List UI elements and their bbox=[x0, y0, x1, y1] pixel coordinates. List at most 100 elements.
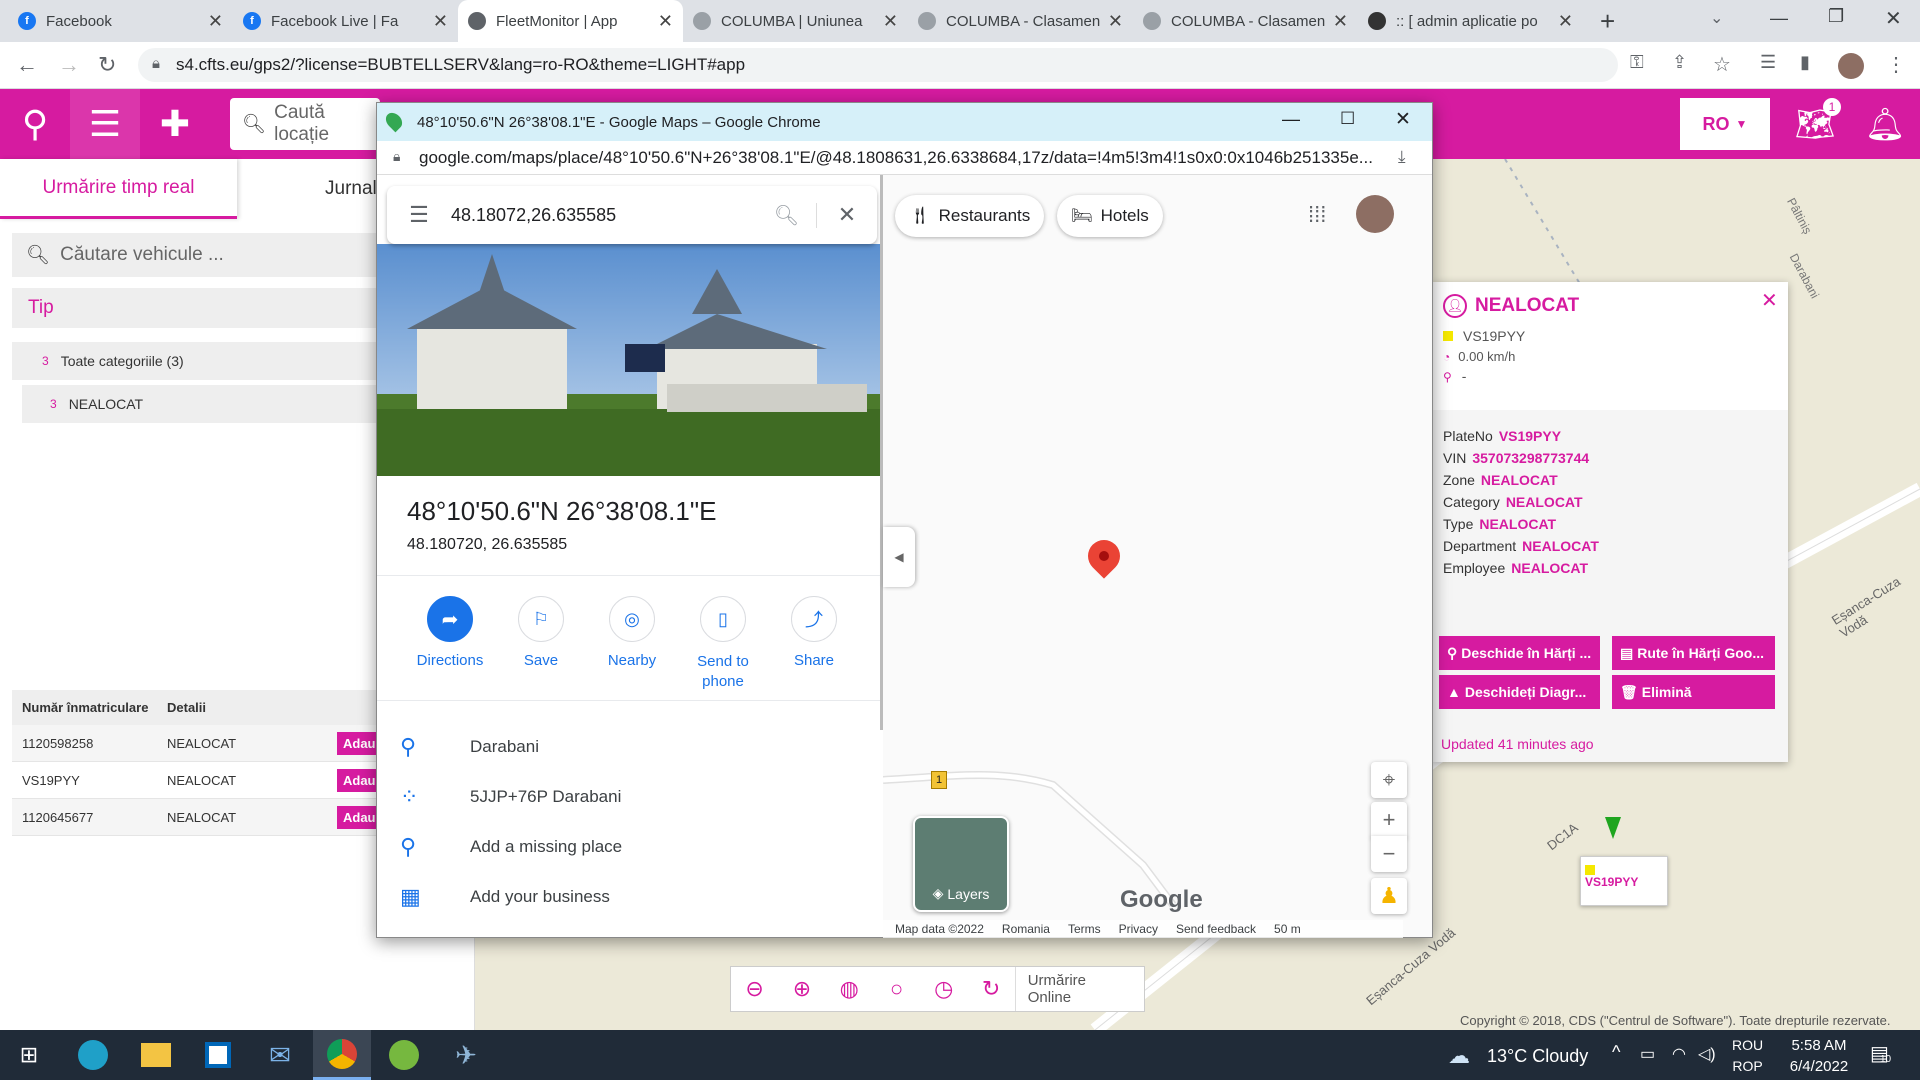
circle-icon[interactable]: ○ bbox=[873, 976, 920, 1002]
close-tab-icon[interactable]: ✕ bbox=[1333, 11, 1348, 32]
weather-text[interactable]: 13°C Cloudy bbox=[1487, 1046, 1588, 1067]
file-explorer-icon[interactable] bbox=[127, 1030, 185, 1080]
column-header[interactable]: Detalii bbox=[157, 700, 337, 715]
place-photo[interactable] bbox=[377, 244, 880, 476]
restore-button[interactable]: ❐ bbox=[1828, 6, 1844, 27]
side-panel-icon[interactable]: ▮ bbox=[1800, 52, 1810, 73]
menu-icon[interactable]: ☰ bbox=[70, 89, 140, 159]
restaurants-chip[interactable]: 🍴︎ Restaurants bbox=[895, 195, 1045, 237]
hotels-chip[interactable]: 🛏︎ Hotels bbox=[1057, 195, 1163, 237]
tab-realtime-tracking[interactable]: Urmărire timp real bbox=[0, 159, 237, 219]
windows-start-icon[interactable]: ⊞ bbox=[0, 1030, 58, 1080]
browser-tab[interactable]: :: [ admin aplicatie po ✕ bbox=[1358, 0, 1583, 42]
routes-in-google-maps-button[interactable]: ▤ Rute în Hărți Goo... bbox=[1612, 636, 1775, 670]
browser-tab[interactable]: FleetMonitor | App ✕ bbox=[458, 0, 683, 42]
map-icon[interactable]: 🗺︎ bbox=[1780, 89, 1850, 159]
gmaps-search-box[interactable]: ☰ 48.18072,26.635585 🔍︎ ✕ bbox=[387, 186, 877, 244]
reading-list-icon[interactable]: ☰ bbox=[1760, 52, 1776, 73]
reload-icon[interactable]: ↻ bbox=[98, 52, 116, 78]
footer-privacy[interactable]: Privacy bbox=[1119, 922, 1158, 936]
footer-feedback[interactable]: Send feedback bbox=[1176, 922, 1256, 936]
search-icon[interactable]: 🔍︎ bbox=[757, 202, 817, 228]
install-app-icon[interactable]: ⤓ bbox=[1398, 147, 1406, 167]
location-search-input[interactable]: 🔍︎ Caută locație bbox=[230, 98, 380, 150]
clock[interactable]: 5:58 AM 6/4/2022 bbox=[1784, 1035, 1854, 1077]
bell-icon[interactable]: 🔔︎ bbox=[1850, 89, 1920, 159]
browser-tab[interactable]: f Facebook Live | Fa ✕ bbox=[233, 0, 458, 42]
online-tracking-button[interactable]: Urmărire Online bbox=[1014, 967, 1144, 1011]
tray-chevron-icon[interactable]: ^ bbox=[1612, 1042, 1620, 1063]
gmaps-maximize-button[interactable]: ☐ bbox=[1340, 109, 1355, 129]
add-button[interactable]: Adau bbox=[337, 731, 382, 755]
gmaps-close-button[interactable]: ✕ bbox=[1395, 108, 1411, 131]
close-tab-icon[interactable]: ✕ bbox=[658, 11, 673, 32]
directions-button[interactable]: ➦ Directions bbox=[405, 596, 495, 669]
close-tab-icon[interactable]: ✕ bbox=[883, 11, 898, 32]
add-button[interactable]: Adau bbox=[337, 805, 382, 829]
footer-scale[interactable]: 50 m bbox=[1274, 922, 1301, 936]
list-item-plus-code[interactable]: ⁘ 5JJP+76P Darabani bbox=[400, 772, 621, 822]
column-header[interactable]: Număr înmatriculare bbox=[12, 700, 157, 715]
zoom-in-button[interactable]: + bbox=[1371, 802, 1407, 838]
clock-icon[interactable]: ◷ bbox=[920, 976, 967, 1002]
account-avatar[interactable] bbox=[1356, 195, 1394, 233]
globe-icon[interactable]: ◍ bbox=[826, 976, 873, 1002]
add-button[interactable]: Adau bbox=[337, 768, 382, 792]
share-icon[interactable]: ⇪ bbox=[1672, 52, 1687, 73]
location-pin-icon[interactable]: ⚲ bbox=[0, 89, 70, 159]
list-item-add-business[interactable]: ▦ Add your business bbox=[400, 872, 610, 922]
tab-search-icon[interactable]: ⌄ bbox=[1710, 8, 1723, 28]
mail-icon[interactable]: ✉ bbox=[251, 1030, 309, 1080]
close-tab-icon[interactable]: ✕ bbox=[208, 11, 223, 32]
pegman-icon[interactable]: ♟ bbox=[1371, 878, 1407, 914]
footer-region[interactable]: Romania bbox=[1002, 922, 1050, 936]
chrome-icon[interactable] bbox=[313, 1030, 371, 1080]
volume-icon[interactable]: ◁) bbox=[1698, 1044, 1716, 1064]
send-to-phone-button[interactable]: ▯ Send to phone bbox=[678, 596, 768, 692]
open-in-maps-button[interactable]: ⚲ Deschide în Hărți ... bbox=[1439, 636, 1600, 670]
gmaps-url-bar[interactable]: 🔒︎ google.com/maps/place/48°10'50.6"N+26… bbox=[377, 141, 1432, 175]
minimize-button[interactable]: — bbox=[1770, 8, 1788, 29]
bookmark-star-icon[interactable]: ☆ bbox=[1713, 52, 1731, 77]
share-button[interactable]: ⤴ Share bbox=[769, 596, 859, 669]
puzzle-icon[interactable]: ✚ bbox=[140, 89, 210, 159]
zoom-in-icon[interactable]: ⊕ bbox=[778, 976, 825, 1002]
wifi-icon[interactable]: ◠ bbox=[1672, 1044, 1686, 1064]
remove-button[interactable]: 🗑︎ Elimină bbox=[1612, 675, 1775, 709]
list-item-add-place[interactable]: ⚲ Add a missing place bbox=[400, 822, 622, 872]
collapse-panel-button[interactable]: ◀ bbox=[883, 527, 915, 587]
browser-tab[interactable]: COLUMBA - Clasamen ✕ bbox=[908, 0, 1133, 42]
nearby-button[interactable]: ◎ Nearby bbox=[587, 596, 677, 669]
close-window-button[interactable]: ✕ bbox=[1885, 6, 1902, 31]
vehicle-marker[interactable]: VS19PYY bbox=[1580, 856, 1668, 906]
utorrent-icon[interactable] bbox=[375, 1030, 433, 1080]
app-icon[interactable]: ✈ bbox=[437, 1030, 495, 1080]
back-icon[interactable]: ← bbox=[16, 52, 38, 78]
key-icon[interactable]: ⚿ bbox=[1630, 52, 1644, 73]
new-tab-button[interactable]: + bbox=[1600, 6, 1615, 37]
profile-avatar[interactable] bbox=[1838, 53, 1864, 79]
open-diagram-button[interactable]: ▲ Deschideți Diagr... bbox=[1439, 675, 1600, 709]
chrome-menu-icon[interactable]: ⋮ bbox=[1886, 52, 1906, 77]
tab-journal[interactable]: Jurnal bbox=[325, 159, 377, 219]
popup-close-icon[interactable]: ✕ bbox=[1761, 288, 1778, 313]
refresh-icon[interactable]: ↻ bbox=[967, 976, 1014, 1002]
save-button[interactable]: ⚐ Save bbox=[496, 596, 586, 669]
browser-tab[interactable]: COLUMBA | Uniunea ✕ bbox=[683, 0, 908, 42]
url-field[interactable]: 🔒︎ s4.cfts.eu/gps2/?license=BUBTELLSERV&… bbox=[138, 48, 1618, 82]
layers-button[interactable]: ◈ Layers bbox=[913, 816, 1009, 912]
language-select[interactable]: RO ▼ bbox=[1680, 98, 1770, 150]
browser-tab[interactable]: COLUMBA - Clasamen ✕ bbox=[1133, 0, 1358, 42]
footer-terms[interactable]: Terms bbox=[1068, 922, 1101, 936]
gmaps-search-value[interactable]: 48.18072,26.635585 bbox=[451, 205, 757, 226]
zoom-out-icon[interactable]: ⊖ bbox=[731, 976, 778, 1002]
close-tab-icon[interactable]: ✕ bbox=[1108, 11, 1123, 32]
zoom-out-button[interactable]: − bbox=[1371, 836, 1407, 872]
gmaps-minimize-button[interactable]: — bbox=[1282, 109, 1300, 130]
input-language[interactable]: ROU ROP bbox=[1732, 1035, 1763, 1077]
list-item-address[interactable]: ⚲ Darabani bbox=[400, 722, 539, 772]
clear-search-icon[interactable]: ✕ bbox=[817, 202, 877, 228]
edge-icon[interactable] bbox=[64, 1030, 122, 1080]
close-tab-icon[interactable]: ✕ bbox=[1558, 11, 1573, 32]
hamburger-icon[interactable]: ☰ bbox=[387, 202, 451, 228]
